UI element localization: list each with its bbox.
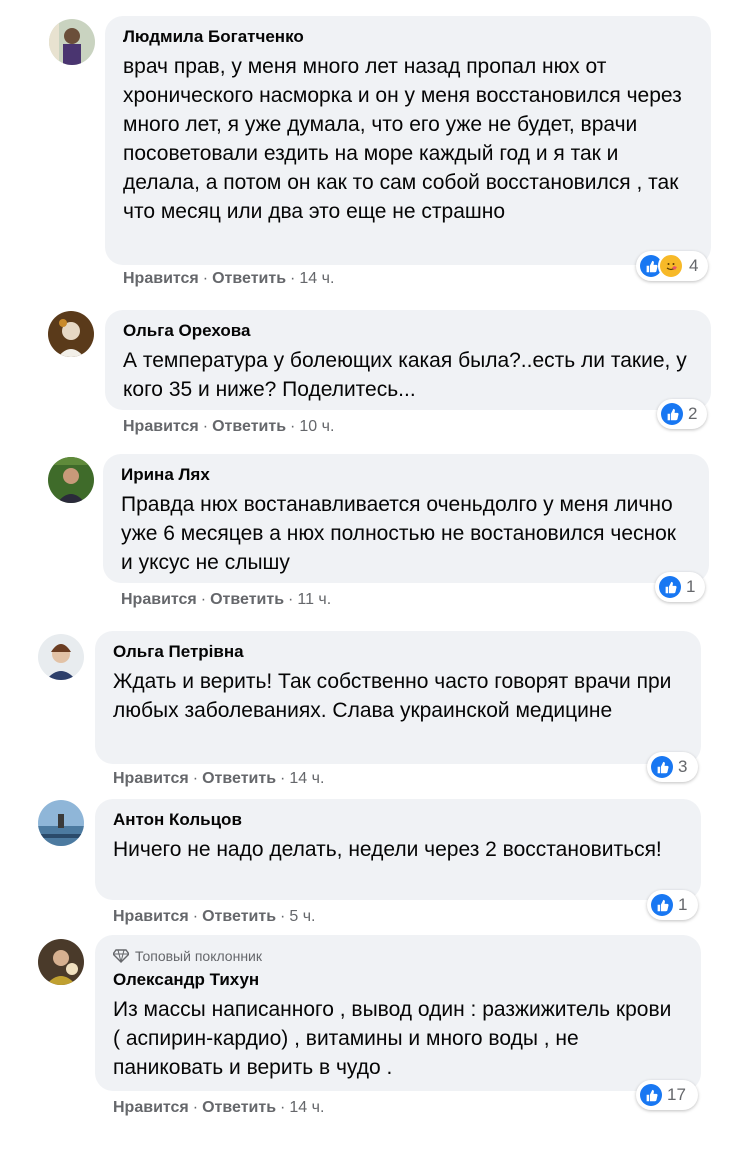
reaction-count: 17 [667, 1085, 686, 1104]
reply-button[interactable]: Ответить [212, 418, 286, 435]
avatar[interactable] [38, 634, 84, 680]
comment-text: Из массы написанного , вывод один : разж… [113, 998, 672, 1079]
reaction-summary[interactable]: 1 [647, 890, 698, 920]
comment-bubble: Антон Кольцов Ничего не надо делать, нед… [95, 799, 701, 900]
comment-actions: Нравится · Ответить · 14 ч. [113, 1098, 324, 1118]
comment-bubble: Топовый поклонник Олександр Тихун Из мас… [95, 935, 701, 1091]
separator: · [192, 770, 199, 787]
like-button[interactable]: Нравится [113, 1099, 189, 1116]
separator: · [280, 1099, 286, 1116]
reaction-summary[interactable]: 1 [655, 572, 705, 602]
avatar[interactable] [38, 939, 84, 985]
like-icon [661, 403, 683, 425]
separator: · [290, 418, 296, 435]
separator: · [280, 770, 286, 787]
avatar[interactable] [48, 311, 94, 357]
comment-actions: Нравится · Ответить · 5 ч. [113, 907, 315, 927]
timestamp[interactable]: 14 ч. [289, 770, 324, 787]
comment-author[interactable]: Людмила Богатченко [123, 26, 693, 48]
timestamp[interactable]: 11 ч. [297, 591, 331, 608]
reaction-count: 3 [678, 757, 688, 776]
comment-actions: Нравится · Ответить · 14 ч. [113, 769, 324, 789]
separator: · [192, 1099, 199, 1116]
comment-bubble: Людмила Богатченко врач прав, у меня мно… [105, 16, 711, 265]
comment-author[interactable]: Олександр Тихун [113, 969, 683, 991]
reply-button[interactable]: Ответить [202, 908, 276, 925]
separator: · [288, 591, 294, 608]
reply-button[interactable]: Ответить [210, 591, 284, 608]
timestamp[interactable]: 14 ч. [289, 1099, 324, 1116]
comment-bubble: Ольга Петрівна Ждать и верить! Так собст… [95, 631, 701, 764]
comment-text: Ждать и верить! Так собственно часто гов… [113, 670, 672, 722]
reaction-count: 4 [689, 256, 699, 275]
timestamp[interactable]: 14 ч. [299, 270, 334, 287]
comment-actions: Нравится · Ответить · 14 ч. [123, 269, 334, 289]
separator: · [192, 908, 199, 925]
reply-button[interactable]: Ответить [212, 270, 286, 287]
comment-author[interactable]: Ирина Лях [121, 464, 691, 486]
comment-author[interactable]: Ольга Петрівна [113, 641, 683, 663]
top-fan-badge[interactable]: Топовый поклонник [113, 947, 683, 965]
comment-text: врач прав, у меня много лет назад пропал… [123, 55, 682, 223]
comment-actions: Нравится · Ответить · 10 ч. [123, 417, 334, 437]
avatar[interactable] [48, 457, 94, 503]
separator: · [280, 908, 286, 925]
comment-bubble: Ирина Лях Правда нюх востанавливается оч… [103, 454, 709, 583]
reaction-summary[interactable]: 2 [657, 399, 707, 429]
separator: · [200, 591, 207, 608]
comment-actions: Нравится · Ответить · 11 ч. [121, 590, 331, 610]
comment-bubble: Ольга Орехова А температура у болеющих к… [105, 310, 711, 410]
reaction-summary[interactable]: 17 [636, 1080, 698, 1110]
like-button[interactable]: Нравится [113, 908, 189, 925]
like-button[interactable]: Нравится [123, 270, 199, 287]
comment-text: Правда нюх востанавливается оченьдолго у… [121, 493, 676, 574]
like-button[interactable]: Нравится [121, 591, 197, 608]
separator: · [202, 418, 209, 435]
comment-text: А температура у болеющих какая была?..ес… [123, 349, 687, 401]
reaction-count: 1 [678, 895, 688, 914]
timestamp[interactable]: 5 ч. [289, 908, 315, 925]
comment-text: Ничего не надо делать, недели через 2 во… [113, 838, 662, 861]
separator: · [202, 270, 209, 287]
like-button[interactable]: Нравится [113, 770, 189, 787]
timestamp[interactable]: 10 ч. [299, 418, 334, 435]
separator: · [290, 270, 296, 287]
reaction-summary[interactable]: 4 [636, 251, 708, 281]
like-icon [651, 756, 673, 778]
reaction-count: 2 [688, 404, 698, 423]
reaction-count: 1 [686, 577, 696, 596]
diamond-icon [113, 949, 129, 963]
badge-label: Топовый поклонник [135, 948, 262, 964]
like-button[interactable]: Нравится [123, 418, 199, 435]
care-icon [658, 253, 684, 279]
reply-button[interactable]: Ответить [202, 770, 276, 787]
like-icon [651, 894, 673, 916]
avatar[interactable] [49, 19, 95, 65]
reply-button[interactable]: Ответить [202, 1099, 276, 1116]
comment-author[interactable]: Антон Кольцов [113, 809, 683, 831]
like-icon [640, 1084, 662, 1106]
avatar[interactable] [38, 800, 84, 846]
comment-author[interactable]: Ольга Орехова [123, 320, 693, 342]
like-icon [659, 576, 681, 598]
reaction-summary[interactable]: 3 [647, 752, 698, 782]
